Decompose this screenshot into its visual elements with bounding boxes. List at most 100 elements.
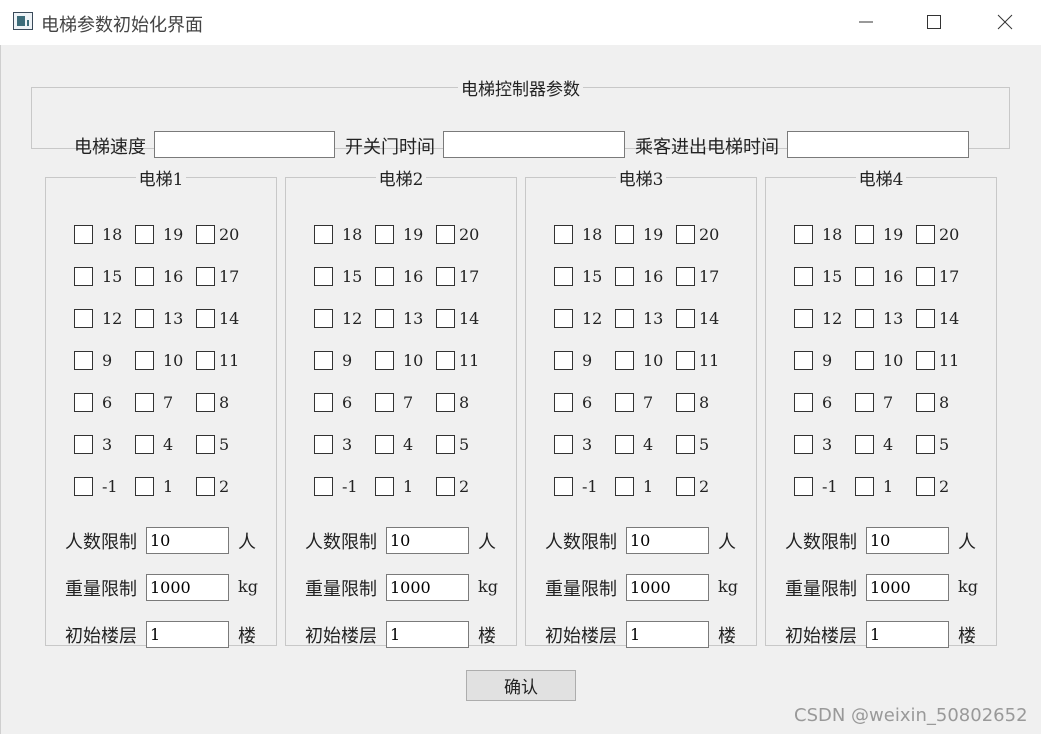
floor-checkbox[interactable] bbox=[855, 393, 874, 412]
floor-checkbox[interactable] bbox=[74, 225, 93, 244]
floor-checkbox[interactable] bbox=[615, 477, 634, 496]
floor-checkbox[interactable] bbox=[74, 393, 93, 412]
floor-checkbox[interactable] bbox=[676, 309, 695, 328]
floor-checkbox[interactable] bbox=[375, 393, 394, 412]
floor-checkbox[interactable] bbox=[676, 435, 695, 454]
floor-checkbox[interactable] bbox=[794, 267, 813, 286]
floor-checkbox[interactable] bbox=[855, 267, 874, 286]
floor-checkbox[interactable] bbox=[436, 225, 455, 244]
minimize-button[interactable] bbox=[846, 8, 886, 36]
floor-checkbox[interactable] bbox=[855, 309, 874, 328]
floor-checkbox[interactable] bbox=[375, 309, 394, 328]
floor-checkbox[interactable] bbox=[196, 393, 215, 412]
floor-checkbox[interactable] bbox=[135, 309, 154, 328]
floor-checkbox[interactable] bbox=[436, 309, 455, 328]
floor-checkbox[interactable] bbox=[794, 393, 813, 412]
floor-checkbox[interactable] bbox=[436, 435, 455, 454]
floor-checkbox[interactable] bbox=[74, 267, 93, 286]
floor-checkbox[interactable] bbox=[916, 477, 935, 496]
floor-checkbox[interactable] bbox=[554, 351, 573, 370]
weight-input[interactable] bbox=[866, 574, 949, 601]
floor-checkbox[interactable] bbox=[196, 267, 215, 286]
floor-checkbox[interactable] bbox=[74, 351, 93, 370]
floor-checkbox[interactable] bbox=[314, 267, 333, 286]
floor-checkbox[interactable] bbox=[314, 351, 333, 370]
floor-checkbox[interactable] bbox=[916, 225, 935, 244]
floor-checkbox[interactable] bbox=[314, 225, 333, 244]
floor-checkbox[interactable] bbox=[615, 393, 634, 412]
speed-input[interactable] bbox=[154, 131, 335, 158]
floor-checkbox[interactable] bbox=[314, 309, 333, 328]
floor-checkbox[interactable] bbox=[615, 435, 634, 454]
floor-checkbox[interactable] bbox=[615, 309, 634, 328]
weight-input[interactable] bbox=[626, 574, 709, 601]
floor-checkbox[interactable] bbox=[554, 267, 573, 286]
floor-checkbox[interactable] bbox=[676, 225, 695, 244]
floor-checkbox[interactable] bbox=[375, 225, 394, 244]
floor-checkbox[interactable] bbox=[135, 393, 154, 412]
floor-checkbox[interactable] bbox=[196, 435, 215, 454]
floor-checkbox[interactable] bbox=[676, 267, 695, 286]
floor-checkbox[interactable] bbox=[855, 225, 874, 244]
confirm-button[interactable]: 确认 bbox=[466, 670, 576, 701]
floor-checkbox[interactable] bbox=[855, 477, 874, 496]
floor-checkbox[interactable] bbox=[74, 435, 93, 454]
floor-checkbox[interactable] bbox=[196, 309, 215, 328]
floor-checkbox[interactable] bbox=[794, 309, 813, 328]
floor-checkbox[interactable] bbox=[676, 393, 695, 412]
floor-checkbox[interactable] bbox=[135, 477, 154, 496]
floor-checkbox[interactable] bbox=[135, 435, 154, 454]
floor-checkbox[interactable] bbox=[554, 309, 573, 328]
floor-checkbox[interactable] bbox=[855, 435, 874, 454]
floor-checkbox[interactable] bbox=[676, 351, 695, 370]
start-input[interactable] bbox=[626, 621, 709, 648]
door-time-input[interactable] bbox=[443, 131, 625, 158]
floor-checkbox[interactable] bbox=[196, 477, 215, 496]
floor-checkbox[interactable] bbox=[436, 267, 455, 286]
floor-checkbox[interactable] bbox=[794, 225, 813, 244]
floor-checkbox[interactable] bbox=[615, 267, 634, 286]
floor-checkbox[interactable] bbox=[916, 309, 935, 328]
floor-checkbox[interactable] bbox=[436, 351, 455, 370]
passenger-time-input[interactable] bbox=[787, 131, 969, 158]
floor-checkbox[interactable] bbox=[135, 351, 154, 370]
floor-checkbox[interactable] bbox=[375, 351, 394, 370]
start-input[interactable] bbox=[386, 621, 469, 648]
start-input[interactable] bbox=[866, 621, 949, 648]
floor-checkbox[interactable] bbox=[794, 351, 813, 370]
floor-checkbox[interactable] bbox=[554, 477, 573, 496]
floor-checkbox[interactable] bbox=[375, 267, 394, 286]
floor-checkbox[interactable] bbox=[615, 225, 634, 244]
floor-checkbox[interactable] bbox=[436, 393, 455, 412]
floor-checkbox[interactable] bbox=[196, 225, 215, 244]
floor-checkbox[interactable] bbox=[794, 477, 813, 496]
floor-checkbox[interactable] bbox=[196, 351, 215, 370]
floor-checkbox[interactable] bbox=[135, 225, 154, 244]
floor-checkbox[interactable] bbox=[314, 393, 333, 412]
floor-checkbox[interactable] bbox=[916, 435, 935, 454]
capacity-input[interactable] bbox=[146, 527, 229, 554]
floor-checkbox[interactable] bbox=[74, 309, 93, 328]
floor-checkbox[interactable] bbox=[314, 435, 333, 454]
close-button[interactable] bbox=[985, 8, 1025, 36]
floor-checkbox[interactable] bbox=[375, 435, 394, 454]
floor-checkbox[interactable] bbox=[916, 351, 935, 370]
floor-checkbox[interactable] bbox=[676, 477, 695, 496]
floor-checkbox[interactable] bbox=[794, 435, 813, 454]
floor-checkbox[interactable] bbox=[314, 477, 333, 496]
floor-checkbox[interactable] bbox=[916, 393, 935, 412]
floor-checkbox[interactable] bbox=[375, 477, 394, 496]
capacity-input[interactable] bbox=[626, 527, 709, 554]
floor-checkbox[interactable] bbox=[74, 477, 93, 496]
floor-checkbox[interactable] bbox=[855, 351, 874, 370]
floor-checkbox[interactable] bbox=[916, 267, 935, 286]
floor-checkbox[interactable] bbox=[554, 393, 573, 412]
floor-checkbox[interactable] bbox=[135, 267, 154, 286]
capacity-input[interactable] bbox=[386, 527, 469, 554]
start-input[interactable] bbox=[146, 621, 229, 648]
floor-checkbox[interactable] bbox=[615, 351, 634, 370]
capacity-input[interactable] bbox=[866, 527, 949, 554]
maximize-button[interactable] bbox=[914, 8, 954, 36]
weight-input[interactable] bbox=[386, 574, 469, 601]
weight-input[interactable] bbox=[146, 574, 229, 601]
